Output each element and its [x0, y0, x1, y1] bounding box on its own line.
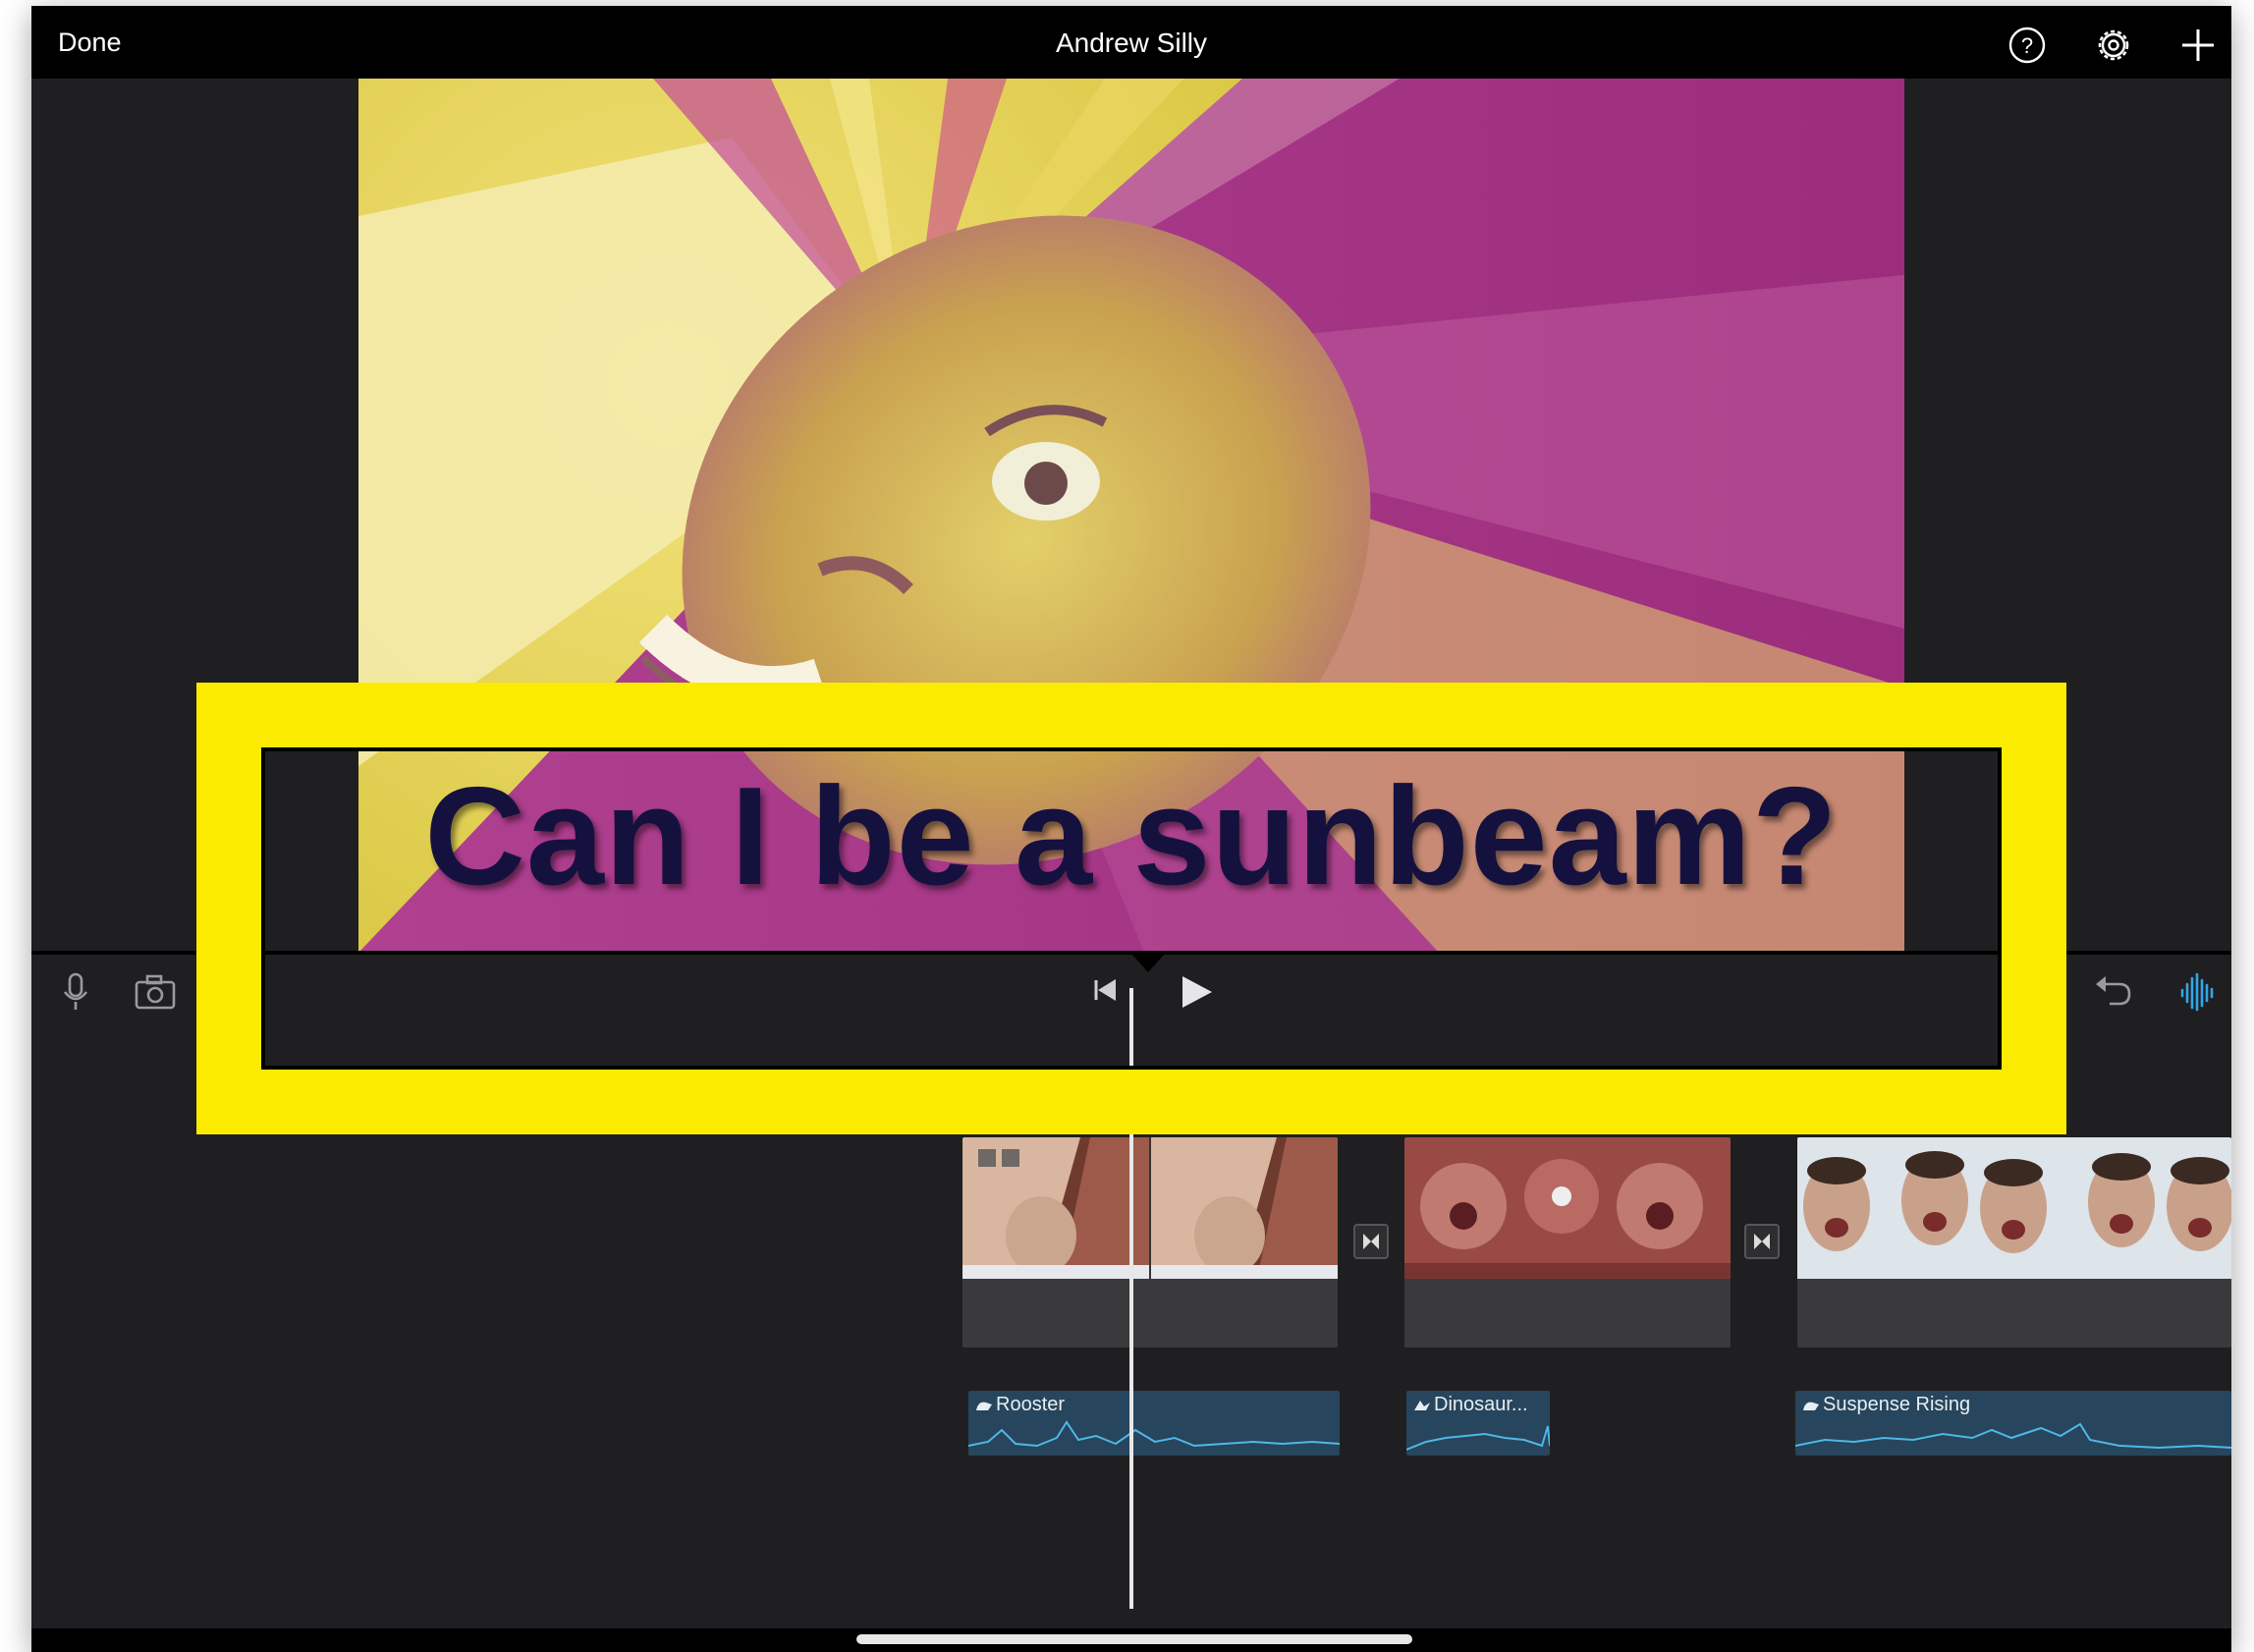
transition-icon[interactable]	[1353, 1224, 1389, 1259]
sound-effect-icon	[976, 1402, 992, 1410]
clip-thumbnail	[962, 1137, 1338, 1279]
audio-waveform	[968, 1420, 1340, 1448]
audio-waveform	[1795, 1422, 2231, 1450]
help-circle-icon[interactable]: ?	[2007, 26, 2047, 65]
highlight-annotation-inner-edge	[261, 747, 2002, 1070]
svg-text:?: ?	[2021, 33, 2033, 58]
top-bar: Done Andrew Silly ?	[31, 6, 2231, 79]
audio-clip-label: Rooster	[996, 1394, 1066, 1415]
video-clip[interactable]	[1797, 1137, 2231, 1348]
video-clip[interactable]	[962, 1137, 1338, 1348]
bowtie-icon	[1363, 1234, 1379, 1249]
home-indicator[interactable]	[856, 1634, 1412, 1644]
audio-clip[interactable]: Suspense Rising	[1795, 1391, 2231, 1456]
audio-waveform	[1406, 1425, 1550, 1451]
plus-icon[interactable]	[2178, 26, 2218, 65]
bowtie-icon	[1754, 1234, 1770, 1249]
audio-clip-label: Dinosaur...	[1434, 1394, 1528, 1415]
undo-icon[interactable]	[2090, 970, 2133, 1014]
clip-thumbnail	[1404, 1137, 1731, 1279]
audio-waveform-icon[interactable]	[2176, 970, 2220, 1014]
audio-clip[interactable]: Rooster	[968, 1391, 1340, 1456]
camera-icon[interactable]	[134, 970, 177, 1014]
sound-effect-icon	[1414, 1401, 1430, 1410]
music-icon	[1803, 1402, 1819, 1410]
audio-clip-label: Suspense Rising	[1823, 1394, 1971, 1415]
project-title: Andrew Silly	[1055, 28, 1208, 58]
microphone-icon[interactable]	[55, 970, 98, 1014]
clip-thumbnail	[1797, 1137, 2231, 1279]
transition-icon[interactable]	[1744, 1224, 1780, 1259]
audio-clip[interactable]: Dinosaur...	[1406, 1391, 1550, 1456]
video-clip[interactable]	[1404, 1137, 1731, 1348]
gear-icon[interactable]	[2094, 26, 2133, 65]
